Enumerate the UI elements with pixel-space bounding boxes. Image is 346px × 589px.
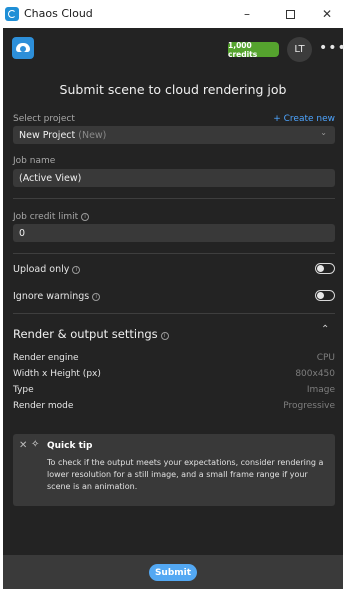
divider xyxy=(13,198,335,199)
setting-value: CPU xyxy=(316,353,335,363)
type-row: Type Image xyxy=(13,385,335,399)
setting-value: Image xyxy=(306,385,335,395)
setting-value: 800x450 xyxy=(295,369,335,379)
footer-bar: Submit xyxy=(3,555,343,589)
page-title: Submit scene to cloud rendering job xyxy=(59,82,287,97)
upload-only-label: Upload only i xyxy=(13,264,81,275)
divider xyxy=(13,313,335,314)
quick-tip-title: Quick tip xyxy=(47,441,93,451)
chevron-up-icon[interactable]: ⌃ xyxy=(321,324,329,335)
ignore-warnings-toggle[interactable] xyxy=(315,290,335,301)
credit-limit-label-text: Job credit limit xyxy=(13,212,79,222)
select-project-label: Select project xyxy=(13,114,75,124)
window-title: Chaos Cloud xyxy=(24,7,93,20)
info-icon[interactable]: i xyxy=(72,266,81,274)
render-settings-title[interactable]: Render & output settings i xyxy=(13,327,169,341)
setting-key: Type xyxy=(13,385,34,395)
credit-limit-label: Job credit limit i xyxy=(13,212,90,222)
lightbulb-icon: ✧ xyxy=(31,439,40,450)
quick-tip-panel: ✕ ✧ Quick tip To check if the output mee… xyxy=(13,434,335,506)
ignore-warnings-text: Ignore warnings xyxy=(13,291,90,302)
info-icon[interactable]: i xyxy=(160,332,169,340)
chaos-cloud-logo-icon xyxy=(12,37,34,59)
info-icon[interactable]: i xyxy=(81,213,90,221)
job-name-input[interactable]: (Active View) xyxy=(13,169,335,187)
upload-only-text: Upload only xyxy=(13,264,70,275)
project-select[interactable]: New Project (New) ⌄ xyxy=(13,126,335,144)
credits-badge[interactable]: 1,000 credits xyxy=(228,41,279,59)
app-logo-icon xyxy=(5,7,19,21)
render-mode-row: Render mode Progressive xyxy=(13,401,335,415)
divider xyxy=(13,253,335,254)
submit-button[interactable]: Submit xyxy=(149,564,197,581)
setting-key: Render mode xyxy=(13,401,74,411)
user-avatar[interactable]: LT xyxy=(287,37,312,62)
setting-value: Progressive xyxy=(283,401,335,411)
setting-key: Render engine xyxy=(13,353,79,363)
ignore-warnings-label: Ignore warnings i xyxy=(13,291,101,302)
close-button[interactable]: ✕ xyxy=(307,0,346,28)
app-header: 1,000 credits LT ••• xyxy=(3,28,346,72)
maximize-button[interactable] xyxy=(270,0,310,28)
upload-only-toggle[interactable] xyxy=(315,263,335,274)
chevron-down-icon: ⌄ xyxy=(320,128,327,137)
window-titlebar: Chaos Cloud – ✕ xyxy=(0,0,346,28)
render-settings-title-text: Render & output settings xyxy=(13,327,158,341)
render-engine-row: Render engine CPU xyxy=(13,353,335,367)
quick-tip-text: To check if the output meets your expect… xyxy=(47,458,324,491)
create-new-project-link[interactable]: + Create new xyxy=(273,114,335,124)
ignore-warnings-row: Ignore warnings i xyxy=(13,289,335,305)
job-name-label: Job name xyxy=(13,156,56,166)
close-icon[interactable]: ✕ xyxy=(19,440,27,451)
upload-only-row: Upload only i xyxy=(13,262,335,278)
setting-key: Width x Height (px) xyxy=(13,369,101,379)
credit-limit-input[interactable]: 0 xyxy=(13,224,335,242)
info-icon[interactable]: i xyxy=(92,293,101,301)
resolution-row: Width x Height (px) 800x450 xyxy=(13,369,335,383)
more-options-icon[interactable]: ••• xyxy=(319,40,346,56)
project-select-value: New Project xyxy=(19,129,76,141)
minimize-button[interactable]: – xyxy=(227,0,267,28)
app-panel: 1,000 credits LT ••• Submit scene to clo… xyxy=(3,28,346,589)
maximize-icon xyxy=(285,9,295,19)
project-new-tag: (New) xyxy=(78,129,107,141)
